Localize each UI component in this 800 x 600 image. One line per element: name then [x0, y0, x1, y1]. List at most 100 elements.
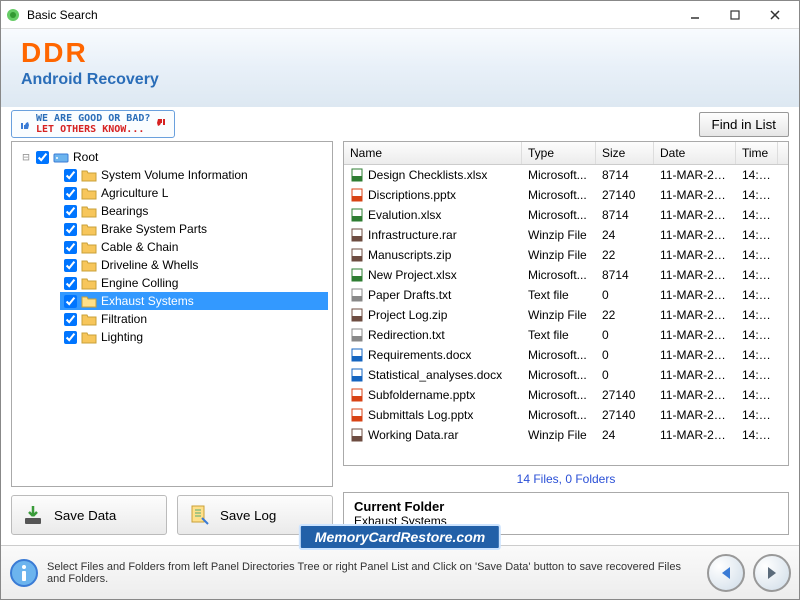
- list-row[interactable]: Statistical_analyses.docxMicrosoft...011…: [344, 365, 788, 385]
- folder-icon: [81, 223, 97, 236]
- list-row[interactable]: Infrastructure.rarWinzip File2411-MAR-20…: [344, 225, 788, 245]
- tree-item[interactable]: Cable & Chain: [60, 238, 328, 256]
- header: DDR Android Recovery: [1, 29, 799, 107]
- list-row[interactable]: Evalution.xlsxMicrosoft...871411-MAR-202…: [344, 205, 788, 225]
- list-row[interactable]: Submittals Log.pptxMicrosoft...2714011-M…: [344, 405, 788, 425]
- app-icon: [5, 7, 21, 23]
- tree-root[interactable]: ⊟ Root: [16, 148, 328, 166]
- list-body[interactable]: Design Checklists.xlsxMicrosoft...871411…: [344, 165, 788, 465]
- cell-date: 11-MAR-2024: [654, 367, 736, 383]
- tree-item[interactable]: Agriculture L: [60, 184, 328, 202]
- col-time[interactable]: Time: [736, 142, 778, 164]
- tree-checkbox[interactable]: [64, 259, 77, 272]
- cell-name: Design Checklists.xlsx: [344, 167, 522, 183]
- tree-item-label: Lighting: [101, 330, 143, 344]
- tree-item[interactable]: Brake System Parts: [60, 220, 328, 238]
- tree-checkbox[interactable]: [64, 313, 77, 326]
- cell-type: Microsoft...: [522, 387, 596, 403]
- tree-checkbox[interactable]: [64, 223, 77, 236]
- cell-name: Evalution.xlsx: [344, 207, 522, 223]
- tree-checkbox[interactable]: [64, 241, 77, 254]
- list-row[interactable]: Manuscripts.zipWinzip File2211-MAR-20241…: [344, 245, 788, 265]
- feedback-button[interactable]: WE ARE GOOD OR BAD? LET OTHERS KNOW...: [11, 110, 175, 138]
- nav-back-button[interactable]: [707, 554, 745, 592]
- cell-size: 27140: [596, 187, 654, 203]
- zip-file-icon: [350, 308, 364, 322]
- docx-file-icon: [350, 348, 364, 362]
- cell-type: Microsoft...: [522, 267, 596, 283]
- col-date[interactable]: Date: [654, 142, 736, 164]
- cell-size: 27140: [596, 387, 654, 403]
- brand-logo: DDR: [21, 37, 779, 69]
- tree-item[interactable]: Bearings: [60, 202, 328, 220]
- tree-item-label: Bearings: [101, 204, 148, 218]
- list-row[interactable]: Paper Drafts.txtText file011-MAR-202414:…: [344, 285, 788, 305]
- cell-size: 22: [596, 307, 654, 323]
- tree-checkbox[interactable]: [36, 151, 49, 164]
- cell-date: 11-MAR-2024: [654, 187, 736, 203]
- close-button[interactable]: [755, 3, 795, 27]
- folder-tree[interactable]: ⊟ Root System Volume InformationAgricult…: [11, 141, 333, 487]
- cell-time: 14:09: [736, 227, 778, 243]
- folder-icon: [81, 277, 97, 290]
- tree-checkbox[interactable]: [64, 331, 77, 344]
- cell-size: 24: [596, 427, 654, 443]
- app-window: Basic Search DDR Android Recovery WE ARE…: [0, 0, 800, 600]
- cell-type: Winzip File: [522, 227, 596, 243]
- rar-file-icon: [350, 428, 364, 442]
- nav-forward-button[interactable]: [753, 554, 791, 592]
- tree-checkbox[interactable]: [64, 295, 77, 308]
- cell-type: Winzip File: [522, 427, 596, 443]
- cell-size: 27140: [596, 407, 654, 423]
- col-name[interactable]: Name: [344, 142, 522, 164]
- cell-size: 8714: [596, 207, 654, 223]
- xlsx-file-icon: [350, 168, 364, 182]
- tree-checkbox[interactable]: [64, 205, 77, 218]
- minimize-button[interactable]: [675, 3, 715, 27]
- list-row[interactable]: Design Checklists.xlsxMicrosoft...871411…: [344, 165, 788, 185]
- folder-icon: [81, 331, 97, 344]
- list-row[interactable]: Requirements.docxMicrosoft...011-MAR-202…: [344, 345, 788, 365]
- col-size[interactable]: Size: [596, 142, 654, 164]
- cell-time: 14:12: [736, 207, 778, 223]
- list-row[interactable]: Project Log.zipWinzip File2211-MAR-20241…: [344, 305, 788, 325]
- txt-file-icon: [350, 328, 364, 342]
- list-row[interactable]: Redirection.txtText file011-MAR-202414:0…: [344, 325, 788, 345]
- tree-item[interactable]: Driveline & Whells: [60, 256, 328, 274]
- list-row[interactable]: New Project.xlsxMicrosoft...871411-MAR-2…: [344, 265, 788, 285]
- cell-name: Paper Drafts.txt: [344, 287, 522, 303]
- tree-item[interactable]: Filtration: [60, 310, 328, 328]
- tree-item[interactable]: Lighting: [60, 328, 328, 346]
- collapse-icon[interactable]: ⊟: [20, 150, 32, 164]
- cell-date: 11-MAR-2024: [654, 327, 736, 343]
- find-in-list-button[interactable]: Find in List: [699, 112, 789, 137]
- cell-name: Project Log.zip: [344, 307, 522, 323]
- cell-name: Manuscripts.zip: [344, 247, 522, 263]
- list-row[interactable]: Subfoldername.pptxMicrosoft...2714011-MA…: [344, 385, 788, 405]
- tree-item[interactable]: System Volume Information: [60, 166, 328, 184]
- col-type[interactable]: Type: [522, 142, 596, 164]
- cell-date: 11-MAR-2024: [654, 287, 736, 303]
- cell-size: 0: [596, 327, 654, 343]
- tree-item[interactable]: Engine Colling: [60, 274, 328, 292]
- tree-item[interactable]: Exhaust Systems: [60, 292, 328, 310]
- tree-checkbox[interactable]: [64, 277, 77, 290]
- list-row[interactable]: Working Data.rarWinzip File2411-MAR-2024…: [344, 425, 788, 445]
- cell-name: Requirements.docx: [344, 347, 522, 363]
- tree-item-label: Filtration: [101, 312, 147, 326]
- cell-size: 22: [596, 247, 654, 263]
- cell-date: 11-MAR-2024: [654, 347, 736, 363]
- cell-type: Microsoft...: [522, 207, 596, 223]
- list-row[interactable]: Discriptions.pptxMicrosoft...2714011-MAR…: [344, 185, 788, 205]
- tree-checkbox[interactable]: [64, 169, 77, 182]
- cell-size: 8714: [596, 267, 654, 283]
- folder-icon: [81, 169, 97, 182]
- maximize-button[interactable]: [715, 3, 755, 27]
- save-data-button[interactable]: Save Data: [11, 495, 167, 535]
- folder-icon: [81, 259, 97, 272]
- cell-time: 14:05: [736, 187, 778, 203]
- drive-icon: [53, 151, 69, 164]
- cell-name: New Project.xlsx: [344, 267, 522, 283]
- tree-checkbox[interactable]: [64, 187, 77, 200]
- tree-item-label: Brake System Parts: [101, 222, 207, 236]
